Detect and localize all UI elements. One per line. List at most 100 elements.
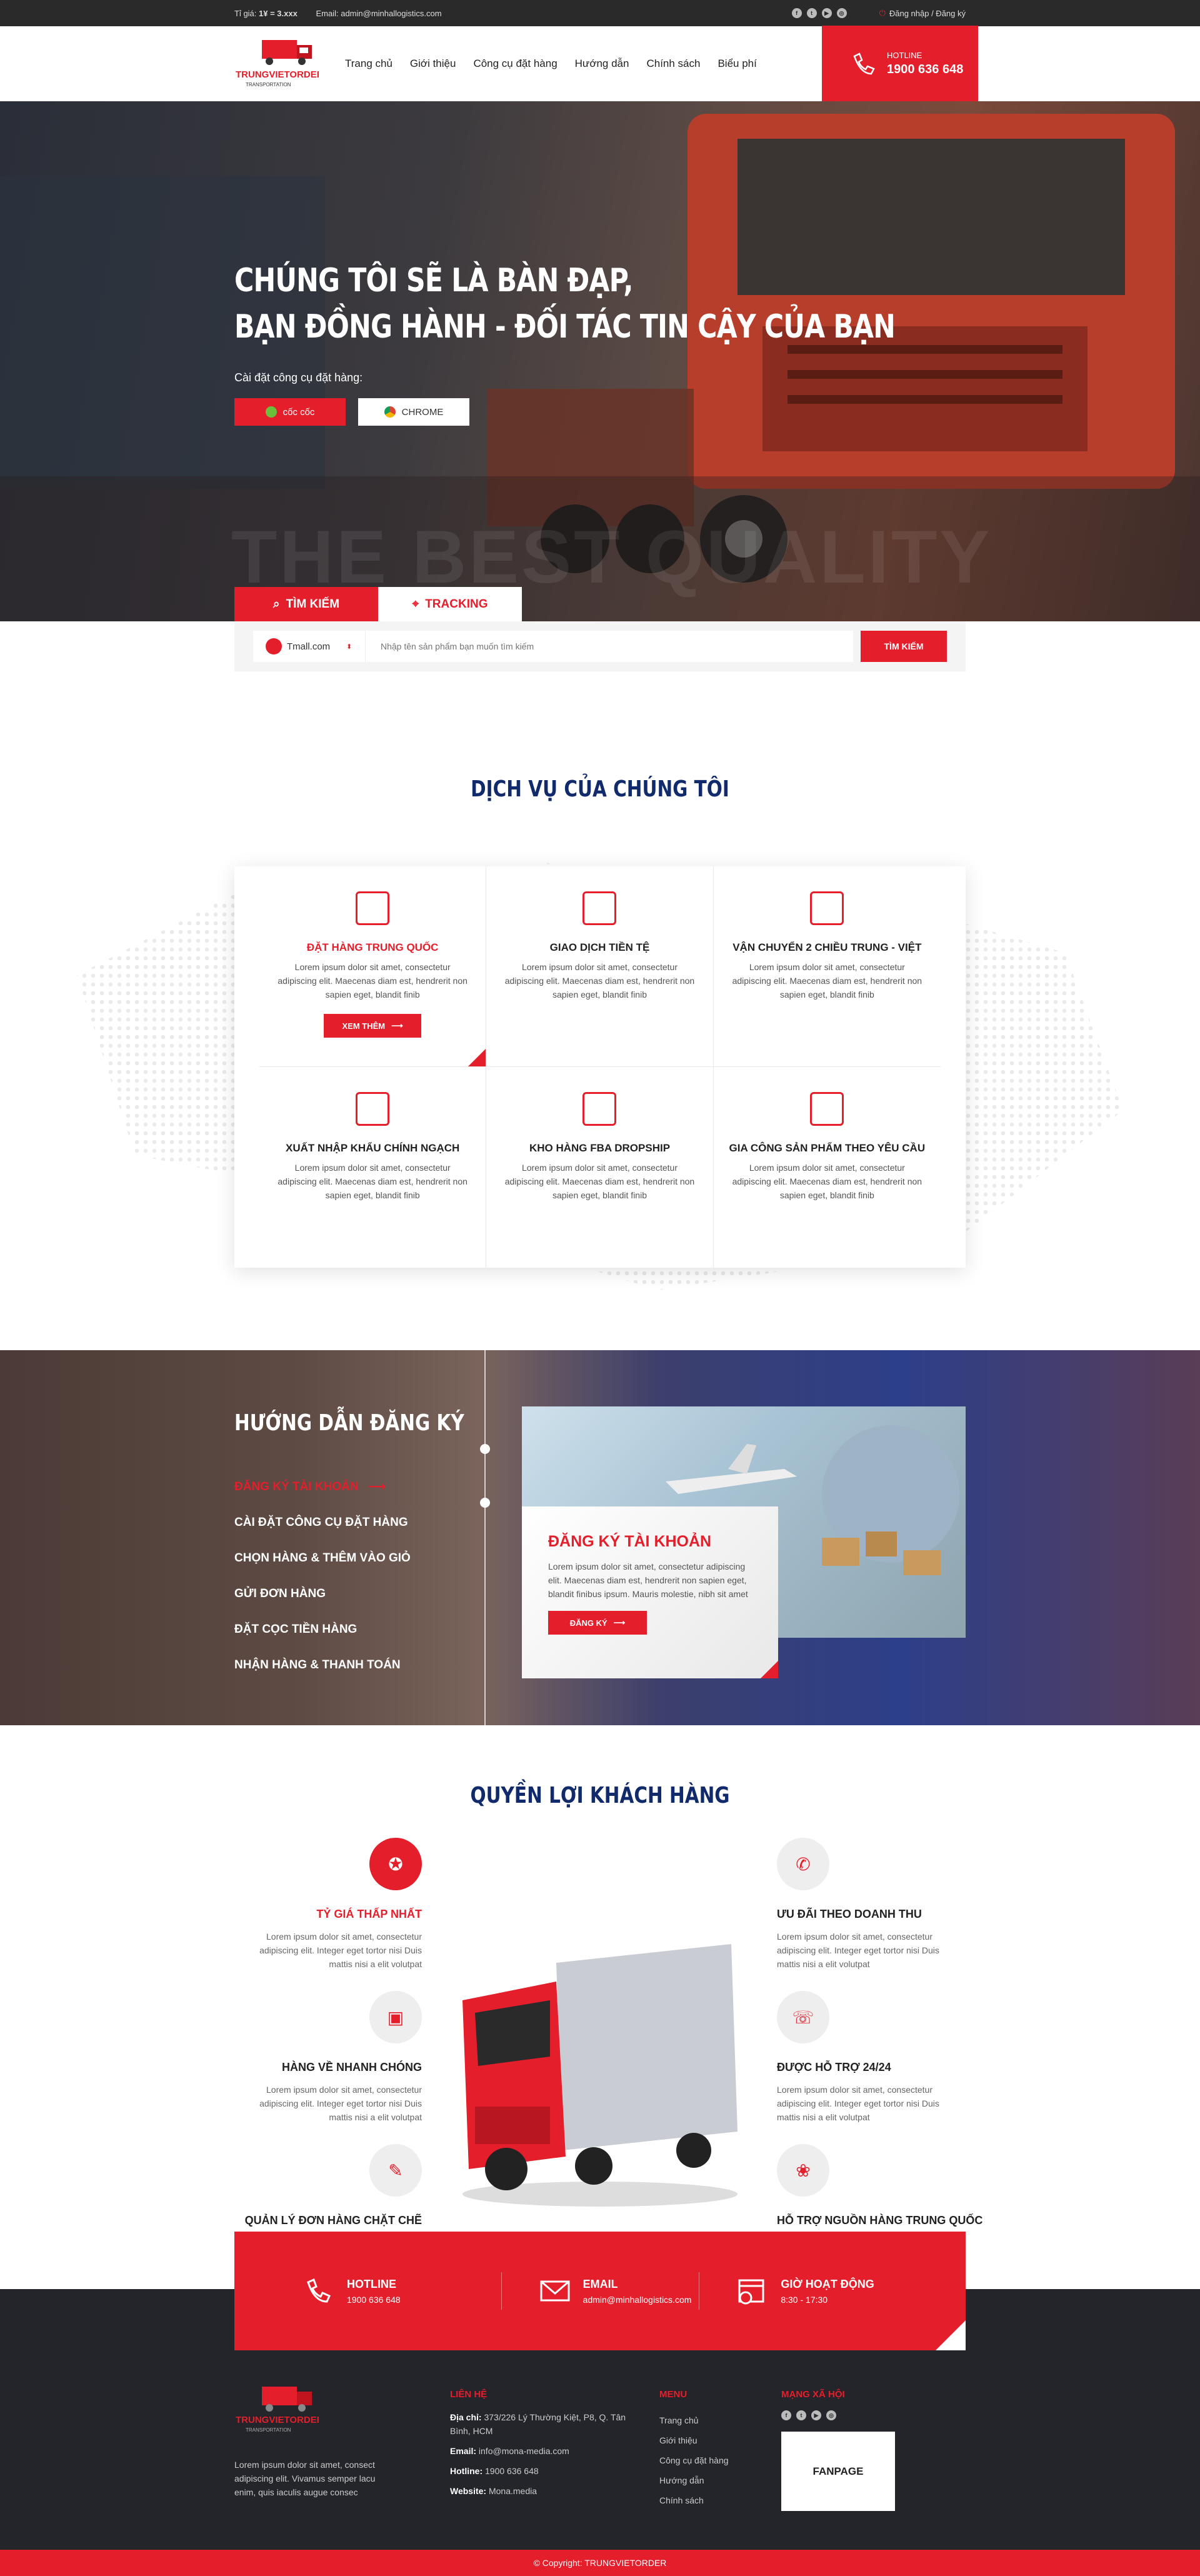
login-link[interactable]: ⏻ Đăng nhập / Đăng ký (879, 8, 966, 18)
logo-text: TRUNGVIETORDER (236, 69, 319, 80)
phone-icon (307, 2278, 331, 2303)
hero-subtitle: Cài đặt công cụ đặt hàng: (234, 371, 363, 384)
hotline-number: 1900 636 648 (887, 62, 964, 76)
header-hotline[interactable]: HOTLINE 1900 636 648 (822, 26, 978, 101)
service-item[interactable]: GIAO DỊCH TIỀN TỆ Lorem ipsum dolor sit … (486, 866, 714, 1067)
user-icon: ⏻ (879, 8, 886, 18)
nav-home[interactable]: Trang chủ (345, 58, 392, 70)
email-value[interactable]: admin@minhallogistics.com (341, 9, 441, 18)
footer-logo[interactable]: TRUNGVIETORDER TRANSPORTATION (234, 2382, 324, 2438)
contact-hours: GIỜ HOẠT ĐỘNG 8:30 - 17:30 (699, 2272, 897, 2310)
footer-menu-item[interactable]: Hướng dẫn (659, 2470, 759, 2490)
guide-card: ĐĂNG KÝ TÀI KHOẢN Lorem ipsum dolor sit … (522, 1506, 778, 1678)
guide-step[interactable]: NHẬN HÀNG & THANH TOÁN (234, 1647, 411, 1683)
lightbulb-icon: ✎ (369, 2144, 422, 2197)
guide-title: HƯỚNG DẪN ĐĂNG KÝ (234, 1410, 464, 1436)
nav-policy[interactable]: Chính sách (646, 58, 700, 70)
order-icon (356, 891, 390, 925)
phone-support-icon: ☏ (777, 1991, 829, 2043)
timeline-dot (480, 1444, 490, 1454)
hands-support-icon: ❀ (777, 2144, 829, 2197)
guide-step[interactable]: CHỌN HÀNG & THÊM VÀO GIỎ (234, 1540, 411, 1576)
corner-decoration (468, 1049, 486, 1066)
truck-logo-icon: TRUNGVIETORDER TRANSPORTATION (236, 40, 324, 88)
search-tabs: ⌕ TÌM KIẾM ⌖ TRACKING (234, 587, 522, 621)
tab-search[interactable]: ⌕ TÌM KIẾM (234, 587, 378, 621)
nav-guide[interactable]: Hướng dẫn (575, 58, 629, 70)
youtube-icon[interactable]: ▶ (811, 2410, 821, 2420)
hotline-label: HOTLINE (887, 50, 922, 60)
site-select[interactable]: Tmall.com ⬍ (253, 631, 366, 662)
more-button[interactable]: XEM THÊM ⟶ (324, 1014, 422, 1038)
chevron-updown-icon: ⬍ (346, 643, 352, 651)
arrow-right-icon: ⟶ (391, 1021, 403, 1030)
guide-steps: ĐĂNG KÝ TÀI KHOẢN ⟶ CÀI ĐẶT CÔNG CỤ ĐẶT H… (234, 1469, 411, 1683)
register-button[interactable]: ĐĂNG KÝ ⟶ (548, 1611, 647, 1635)
main-nav: Trang chủ Giới thiệu Công cụ đặt hàng Hư… (345, 58, 757, 70)
footer-about: Lorem ipsum dolor sit amet, consect adip… (234, 2460, 376, 2497)
topbar: Tỉ giá: 1¥ = 3.xxx Email: admin@minhallo… (0, 0, 1200, 26)
email-label: Email: (316, 8, 339, 18)
twitter-icon[interactable]: t (796, 2410, 806, 2420)
tab-tracking[interactable]: ⌖ TRACKING (378, 587, 522, 621)
guide-step[interactable]: GỬI ĐƠN HÀNG (234, 1576, 411, 1611)
facebook-icon[interactable]: f (791, 8, 802, 18)
benefit-item: ✆ ƯU ĐÃI THEO DOANH THU Lorem ipsum dolo… (777, 1838, 983, 1971)
logo[interactable]: TRUNGVIETORDER TRANSPORTATION (234, 33, 324, 95)
guide-step[interactable]: ĐĂNG KÝ TÀI KHOẢN ⟶ (234, 1469, 411, 1505)
box-icon: ▣ (369, 1991, 422, 2043)
guide-card-title: ĐĂNG KÝ TÀI KHOẢN (548, 1533, 712, 1550)
phone-icon (853, 52, 875, 74)
boxes-icon (356, 1092, 390, 1126)
guide-step[interactable]: ĐẶT CỌC TIỀN HÀNG (234, 1611, 411, 1647)
coccoc-button[interactable]: cốc cốc (234, 398, 346, 426)
money-icon (582, 891, 617, 925)
mail-icon (540, 2280, 570, 2302)
service-item[interactable]: KHO HÀNG FBA DROPSHIP Lorem ipsum dolor … (486, 1067, 714, 1268)
search-button[interactable]: TÌM KIẾM (861, 631, 947, 662)
contact-hotline[interactable]: HOTLINE 1900 636 648 (303, 2277, 501, 2305)
contact-strip: HOTLINE 1900 636 648 EMAIL admin@minhallog… (234, 2232, 966, 2350)
instagram-icon[interactable]: ◎ (826, 2410, 836, 2420)
footer-menu-item[interactable]: Chính sách (659, 2490, 759, 2510)
footer-menu-item[interactable]: Trang chủ (659, 2410, 759, 2430)
package-hand-icon (810, 1092, 844, 1126)
timeline-dot (480, 1498, 490, 1508)
tracking-icon: ⌖ (412, 598, 419, 611)
youtube-icon[interactable]: ▶ (821, 8, 832, 18)
footer-menu-item[interactable]: Giới thiệu (659, 2430, 759, 2450)
benefit-item: ✪ TỶ GIÁ THẤP NHẤT Lorem ipsum dolor sit… (216, 1838, 422, 1971)
service-item[interactable]: VẬN CHUYỂN 2 CHIỀU TRUNG - VIỆT Lorem ip… (713, 866, 941, 1067)
coccoc-icon (265, 406, 277, 418)
svg-text:TRUNGVIETORDER: TRUNGVIETORDER (236, 2415, 319, 2425)
guide-step[interactable]: CÀI ĐẶT CÔNG CỤ ĐẶT HÀNG (234, 1505, 411, 1540)
search-icon: ⌕ (272, 598, 280, 611)
piggy-bank-icon: ✪ (369, 1838, 422, 1890)
rate-value: 1¥ = 3.xxx (259, 8, 298, 18)
footer-social: MẠNG XÃ HỘI f t ▶ ◎ FANPAGE (781, 2388, 919, 2511)
footer-contact: LIÊN HỆ Địa chỉ: 373/226 Lý Thường Kiệt,… (450, 2389, 626, 2496)
footer-menu-item[interactable]: Công cụ đặt hàng (659, 2450, 759, 2470)
arrow-right-icon: ⟶ (368, 1480, 386, 1493)
nav-about[interactable]: Giới thiệu (410, 58, 456, 70)
warehouse-icon (582, 1092, 617, 1126)
search-input[interactable] (366, 631, 853, 662)
facebook-icon[interactable]: f (781, 2410, 791, 2420)
service-item[interactable]: ĐẶT HÀNG TRUNG QUỐC Lorem ipsum dolor si… (259, 866, 487, 1067)
instagram-icon[interactable]: ◎ (836, 8, 847, 18)
service-item[interactable]: XUẤT NHẬP KHẨU CHÍNH NGẠCH Lorem ipsum d… (259, 1067, 487, 1268)
benefits-title: QUYỀN LỢI KHÁCH HÀNG (470, 1783, 730, 1808)
contact-email[interactable]: EMAIL admin@minhallogistics.com (501, 2272, 699, 2310)
calendar-clock-icon (738, 2279, 764, 2305)
service-item[interactable]: GIA CÔNG SẢN PHẨM THEO YÊU CẦU Lorem ips… (714, 1067, 941, 1268)
corner-decoration (936, 2320, 966, 2350)
footer-menu: MENU Trang chủ Giới thiệu Công cụ đặt hà… (659, 2388, 759, 2510)
nav-pricing[interactable]: Biểu phí (718, 58, 756, 70)
fanpage-box[interactable]: FANPAGE (781, 2432, 895, 2511)
rate-label: Tỉ giá: (234, 8, 257, 18)
twitter-icon[interactable]: t (806, 8, 817, 18)
services-grid: ĐẶT HÀNG TRUNG QUỐC Lorem ipsum dolor si… (234, 866, 966, 1268)
nav-tools[interactable]: Công cụ đặt hàng (473, 58, 557, 70)
chrome-button[interactable]: CHROME (358, 398, 469, 426)
guide-card-desc: Lorem ipsum dolor sit amet, consectetur … (548, 1561, 748, 1599)
